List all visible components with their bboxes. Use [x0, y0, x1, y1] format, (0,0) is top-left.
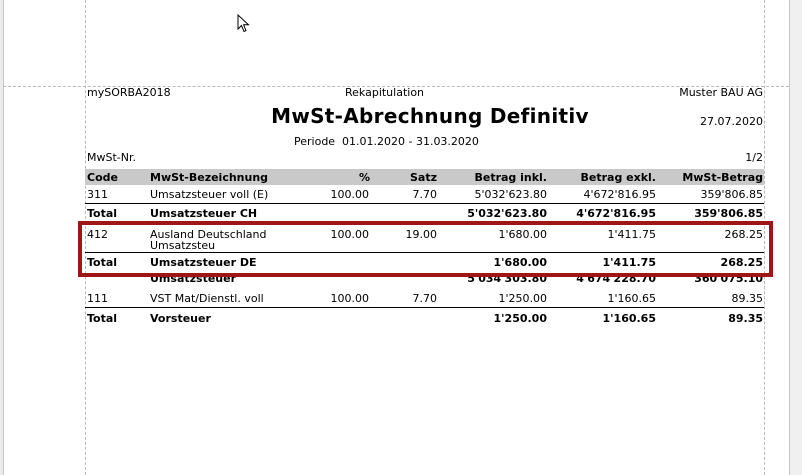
app-name: mySORBA2018	[87, 86, 171, 99]
total-incl: 1'250.00	[493, 312, 547, 325]
row-separator	[85, 307, 764, 308]
row-pct: 100.00	[330, 292, 370, 305]
mouse-pointer-icon	[237, 14, 250, 33]
total-incl: 5'032'623.80	[467, 207, 547, 220]
row-vat: 359'806.85	[700, 188, 763, 201]
report-type: Rekapitulation	[345, 86, 425, 99]
col-excl: Betrag exkl.	[580, 171, 656, 184]
report-date: 27.07.2020	[700, 115, 763, 128]
col-vat: MwSt-Betrag	[682, 171, 763, 184]
row-separator	[85, 203, 764, 204]
row-rate: 7.70	[412, 188, 438, 201]
total-excl: 1'160.65	[602, 312, 656, 325]
total-code: Total	[87, 312, 118, 325]
row-incl: 1'250.00	[498, 292, 547, 305]
total-excl: 4'672'816.95	[576, 207, 656, 220]
total-code: Total	[87, 207, 118, 220]
total-desc: Vorsteuer	[150, 312, 211, 325]
vat-no-label: MwSt-Nr.	[87, 151, 136, 164]
row-excl: 1'160.65	[607, 292, 656, 305]
total-desc: Umsatzsteuer CH	[150, 207, 258, 220]
col-rate: Satz	[409, 171, 437, 184]
col-incl: Betrag inkl.	[474, 171, 547, 184]
row-pct: 100.00	[330, 188, 370, 201]
col-desc: MwSt-Bezeichnung	[150, 171, 269, 184]
viewer-left-frame	[0, 0, 4, 475]
row-excl: 4'672'816.95	[583, 188, 656, 201]
row-desc: Umsatzsteuer voll (E)	[150, 188, 269, 201]
company-name: Muster BAU AG	[679, 86, 763, 99]
period-value: 01.01.2020 - 31.03.2020	[342, 135, 479, 148]
highlight-box	[78, 221, 773, 277]
period-label: Periode	[294, 135, 336, 148]
row-code: 311	[87, 188, 108, 201]
row-rate: 7.70	[412, 292, 438, 305]
row-code: 111	[87, 292, 108, 305]
row-incl: 5'032'623.80	[474, 188, 547, 201]
row-desc: VST Mat/Dienstl. voll	[150, 292, 264, 305]
col-pct: %	[358, 171, 370, 184]
total-vat: 89.35	[728, 312, 763, 325]
total-vat: 359'806.85	[694, 207, 763, 220]
row-vat: 89.35	[731, 292, 764, 305]
page-number: 1/2	[745, 151, 763, 164]
col-code: Code	[87, 171, 118, 184]
viewer-scrollbar[interactable]	[789, 0, 802, 475]
